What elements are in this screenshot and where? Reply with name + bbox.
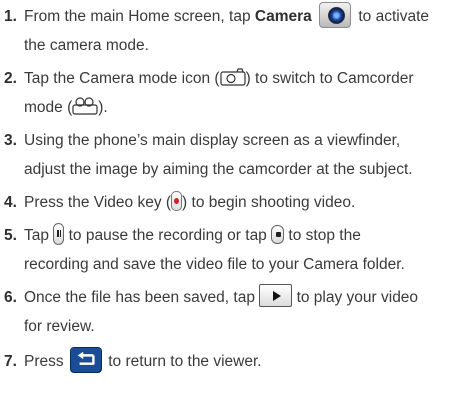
step-text: Press to return to the viewer. bbox=[24, 346, 468, 376]
step-number: 3. bbox=[4, 132, 17, 149]
step-number: 7. bbox=[4, 353, 17, 370]
step-number: 6. bbox=[4, 289, 17, 306]
step-number: 2. bbox=[4, 70, 17, 87]
camcorder-mode-icon bbox=[72, 97, 98, 115]
step-text: From the main Home screen, tap Camera to… bbox=[24, 1, 468, 60]
stop-icon bbox=[271, 225, 285, 245]
step-text: Once the file has been saved, tap to pla… bbox=[24, 283, 468, 341]
video-key-icon bbox=[171, 190, 183, 211]
step-text: Press the Video key () to begin shooting… bbox=[24, 188, 468, 217]
step-number: 5. bbox=[4, 227, 17, 244]
step-text: Tap the Camera mode icon ( ) to switch t… bbox=[24, 64, 468, 122]
back-icon bbox=[69, 346, 102, 373]
step-number: 1. bbox=[4, 8, 17, 25]
camera-mode-icon bbox=[219, 68, 246, 86]
step-number: 4. bbox=[4, 194, 17, 211]
step-text: Tap to pause the recording or tap to sto… bbox=[24, 221, 468, 279]
pause-icon bbox=[53, 222, 65, 245]
play-icon bbox=[259, 284, 293, 308]
camera-app-icon bbox=[319, 1, 352, 28]
step-text: Using the phone’s main display screen as… bbox=[24, 132, 413, 178]
camera-label: Camera bbox=[254, 8, 312, 25]
